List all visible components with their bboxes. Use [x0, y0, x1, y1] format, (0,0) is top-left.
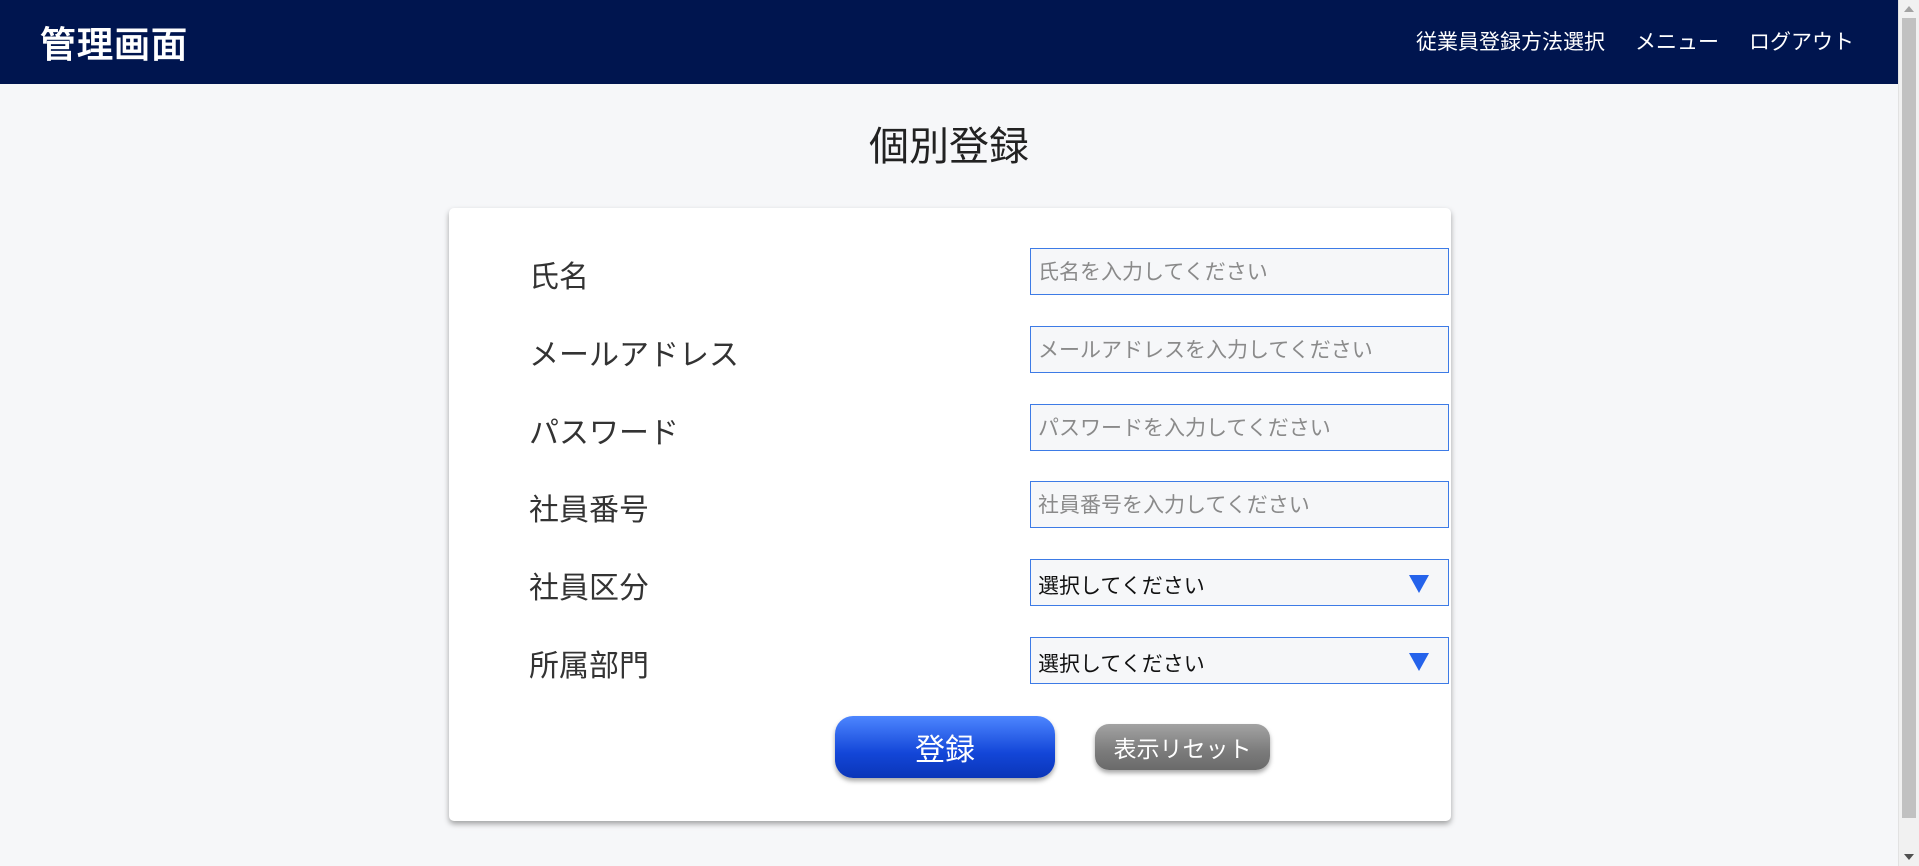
employee-type-selected-value: 選択してください	[1038, 574, 1205, 598]
password-input[interactable]	[1030, 404, 1449, 451]
app-logo: 管理画面	[40, 25, 189, 66]
employee-type-row: 社員区分 選択してください	[529, 559, 1449, 607]
name-label: 氏名	[529, 260, 589, 295]
caret-down-icon	[1409, 653, 1429, 671]
registration-form-card: 氏名 メールアドレス パスワード 社員番号 社員区分 選択してください 所属部門	[449, 208, 1451, 821]
page: 管理画面 従業員登録方法選択 メニュー ログアウト 個別登録 氏名 メールアドレ…	[0, 0, 1919, 866]
employee-number-row: 社員番号	[529, 481, 1449, 529]
top-header: 管理画面 従業員登録方法選択 メニュー ログアウト	[0, 0, 1898, 84]
email-row: メールアドレス	[529, 326, 1449, 374]
name-row: 氏名	[529, 248, 1449, 296]
password-row: パスワード	[529, 404, 1449, 452]
reset-display-button[interactable]: 表示リセット	[1095, 724, 1270, 770]
employee-number-input[interactable]	[1030, 481, 1449, 528]
email-input[interactable]	[1030, 326, 1449, 373]
register-button[interactable]: 登録	[835, 716, 1055, 778]
nav-logout[interactable]: ログアウト	[1749, 26, 1854, 56]
caret-down-icon	[1409, 575, 1429, 593]
nav-menu[interactable]: メニュー	[1635, 26, 1719, 56]
header-nav: 従業員登録方法選択 メニュー ログアウト	[1416, 26, 1854, 56]
department-row: 所属部門 選択してください	[529, 637, 1449, 685]
password-label: パスワード	[529, 416, 679, 451]
department-label: 所属部門	[529, 649, 649, 684]
vertical-scrollbar[interactable]	[1898, 0, 1919, 866]
employee-type-select[interactable]: 選択してください	[1030, 559, 1449, 606]
nav-employee-registration-method[interactable]: 従業員登録方法選択	[1416, 26, 1605, 56]
scroll-up-arrow-icon[interactable]	[1904, 6, 1914, 12]
department-select[interactable]: 選択してください	[1030, 637, 1449, 684]
name-input[interactable]	[1030, 248, 1449, 295]
employee-number-label: 社員番号	[529, 493, 649, 528]
employee-type-label: 社員区分	[529, 571, 649, 606]
scrollbar-thumb[interactable]	[1902, 18, 1916, 818]
page-title: 個別登録	[869, 124, 1029, 170]
department-selected-value: 選択してください	[1038, 652, 1205, 676]
scroll-down-arrow-icon[interactable]	[1904, 854, 1914, 860]
email-label: メールアドレス	[529, 338, 739, 373]
